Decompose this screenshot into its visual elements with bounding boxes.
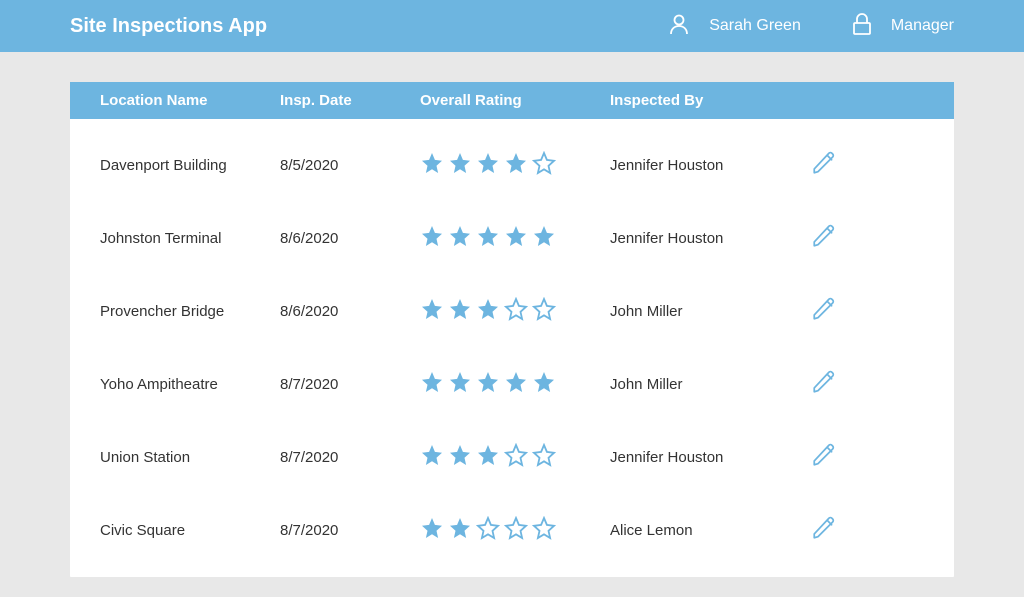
- date-cell: 8/5/2020: [280, 157, 420, 174]
- inspector-cell: Jennifer Houston: [610, 449, 810, 466]
- location-cell: Civic Square: [100, 522, 280, 539]
- date-cell: 8/6/2020: [280, 230, 420, 247]
- edit-cell: [810, 371, 924, 399]
- inspections-table: Location Name Insp. Date Overall Rating …: [70, 82, 954, 577]
- lock-icon: [851, 12, 873, 41]
- star-filled-icon: [420, 370, 444, 399]
- rating-cell: [420, 224, 610, 253]
- column-header-date[interactable]: Insp. Date: [280, 92, 420, 109]
- pencil-icon: [811, 223, 837, 254]
- pencil-icon: [811, 369, 837, 400]
- edit-button[interactable]: [810, 298, 838, 326]
- person-icon: [667, 12, 691, 41]
- location-cell: Johnston Terminal: [100, 230, 280, 247]
- star-filled-icon: [420, 224, 444, 253]
- pencil-icon: [811, 150, 837, 181]
- table-row: Yoho Ampitheatre8/7/2020 John Miller: [70, 348, 954, 421]
- star-outline-icon: [532, 151, 556, 180]
- star-outline-icon: [532, 443, 556, 472]
- pencil-icon: [811, 442, 837, 473]
- edit-cell: [810, 225, 924, 253]
- role-section[interactable]: Manager: [851, 12, 954, 41]
- star-filled-icon: [504, 151, 528, 180]
- header-right: Sarah Green Manager: [667, 12, 954, 41]
- star-outline-icon: [504, 516, 528, 545]
- table-row: Union Station8/7/2020 Jennifer Houston: [70, 421, 954, 494]
- star-outline-icon: [504, 297, 528, 326]
- star-filled-icon: [420, 151, 444, 180]
- rating-cell: [420, 151, 610, 180]
- star-filled-icon: [476, 151, 500, 180]
- table-row: Provencher Bridge8/6/2020 John Miller: [70, 275, 954, 348]
- table-header: Location Name Insp. Date Overall Rating …: [70, 82, 954, 119]
- star-filled-icon: [532, 370, 556, 399]
- rating-cell: [420, 297, 610, 326]
- content-area: Location Name Insp. Date Overall Rating …: [0, 52, 1024, 597]
- star-filled-icon: [420, 516, 444, 545]
- star-filled-icon: [532, 224, 556, 253]
- date-cell: 8/7/2020: [280, 449, 420, 466]
- star-filled-icon: [476, 297, 500, 326]
- rating-cell: [420, 443, 610, 472]
- location-cell: Davenport Building: [100, 157, 280, 174]
- star-filled-icon: [504, 370, 528, 399]
- star-filled-icon: [504, 224, 528, 253]
- column-header-edit: [810, 92, 924, 109]
- star-outline-icon: [532, 516, 556, 545]
- star-filled-icon: [448, 443, 472, 472]
- table-row: Davenport Building8/5/2020 Jennifer Houst…: [70, 129, 954, 202]
- pencil-icon: [811, 515, 837, 546]
- edit-button[interactable]: [810, 152, 838, 180]
- column-header-inspector[interactable]: Inspected By: [610, 92, 810, 109]
- star-filled-icon: [476, 224, 500, 253]
- star-filled-icon: [420, 443, 444, 472]
- inspector-cell: Alice Lemon: [610, 522, 810, 539]
- inspector-cell: Jennifer Houston: [610, 230, 810, 247]
- edit-cell: [810, 444, 924, 472]
- table-body: Davenport Building8/5/2020 Jennifer Houst…: [70, 119, 954, 577]
- date-cell: 8/7/2020: [280, 376, 420, 393]
- location-cell: Union Station: [100, 449, 280, 466]
- edit-cell: [810, 298, 924, 326]
- pencil-icon: [811, 296, 837, 327]
- star-filled-icon: [476, 443, 500, 472]
- edit-button[interactable]: [810, 225, 838, 253]
- star-filled-icon: [448, 516, 472, 545]
- location-cell: Yoho Ampitheatre: [100, 376, 280, 393]
- edit-button[interactable]: [810, 517, 838, 545]
- table-row: Johnston Terminal8/6/2020 Jennifer Housto…: [70, 202, 954, 275]
- edit-button[interactable]: [810, 371, 838, 399]
- location-cell: Provencher Bridge: [100, 303, 280, 320]
- user-section[interactable]: Sarah Green: [667, 12, 801, 41]
- star-filled-icon: [448, 297, 472, 326]
- edit-cell: [810, 152, 924, 180]
- star-outline-icon: [504, 443, 528, 472]
- rating-cell: [420, 516, 610, 545]
- column-header-rating[interactable]: Overall Rating: [420, 92, 610, 109]
- inspector-cell: John Miller: [610, 376, 810, 393]
- inspector-cell: John Miller: [610, 303, 810, 320]
- table-row: Civic Square8/7/2020 Alice Lemon: [70, 494, 954, 567]
- star-filled-icon: [448, 370, 472, 399]
- star-outline-icon: [476, 516, 500, 545]
- column-header-location[interactable]: Location Name: [100, 92, 280, 109]
- edit-cell: [810, 517, 924, 545]
- inspector-cell: Jennifer Houston: [610, 157, 810, 174]
- user-name-label: Sarah Green: [709, 17, 801, 35]
- app-title: Site Inspections App: [70, 15, 267, 38]
- date-cell: 8/7/2020: [280, 522, 420, 539]
- star-filled-icon: [448, 224, 472, 253]
- role-name-label: Manager: [891, 17, 954, 35]
- star-outline-icon: [532, 297, 556, 326]
- star-filled-icon: [476, 370, 500, 399]
- rating-cell: [420, 370, 610, 399]
- star-filled-icon: [420, 297, 444, 326]
- app-header: Site Inspections App Sarah Green Manager: [0, 0, 1024, 52]
- edit-button[interactable]: [810, 444, 838, 472]
- date-cell: 8/6/2020: [280, 303, 420, 320]
- star-filled-icon: [448, 151, 472, 180]
